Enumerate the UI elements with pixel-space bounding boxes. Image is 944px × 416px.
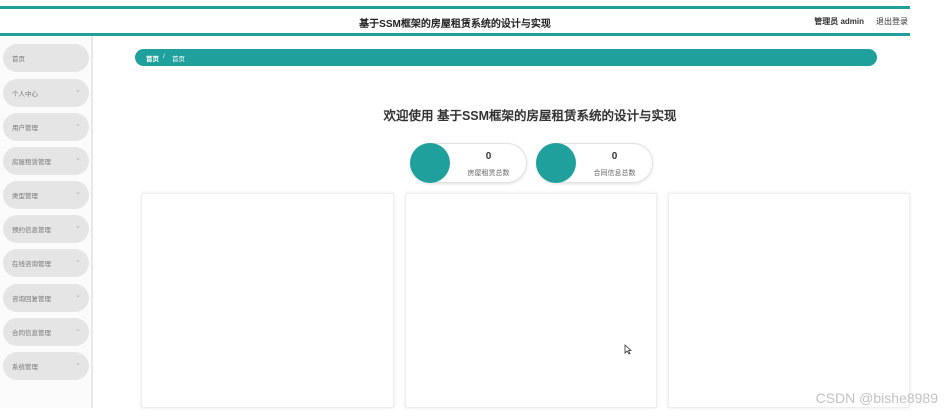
chart-panel-3 xyxy=(668,193,910,408)
chart-panel-1 xyxy=(141,193,394,408)
stat-value: 0 xyxy=(611,151,618,162)
mouse-pointer-icon xyxy=(624,344,633,355)
chevron-down-icon: ⌄ xyxy=(75,292,81,299)
sidebar-item-home[interactable]: 首页 xyxy=(3,44,89,72)
sidebar-item-label: 用户管理 xyxy=(12,125,38,132)
breadcrumb-home[interactable]: 首页 xyxy=(146,53,159,63)
breadcrumb: 首页 / 首页 xyxy=(135,49,877,66)
sidebar-item-label: 在线咨询管理 xyxy=(12,261,51,268)
sidebar-item-type-management[interactable]: 类型管理 ⌄ xyxy=(3,181,89,209)
chevron-down-icon: ⌄ xyxy=(75,326,81,333)
sidebar-item-appointment-management[interactable]: 预约信息管理 ⌄ xyxy=(3,215,89,243)
chevron-down-icon: ⌄ xyxy=(75,87,81,94)
sidebar: 首页 个人中心 ⌄ 用户管理 ⌄ 房屋租赁管理 ⌄ 类型管理 ⌄ 预约信息管理 … xyxy=(0,36,93,408)
stat-label: 房屋租赁总数 xyxy=(467,170,510,177)
sidebar-item-reply-management[interactable]: 咨询回复管理 ⌄ xyxy=(3,284,89,312)
sidebar-item-label: 合同信息管理 xyxy=(12,330,51,337)
breadcrumb-current: 首页 xyxy=(172,56,185,63)
sidebar-item-label: 系统管理 xyxy=(12,364,38,371)
current-user: 管理员 admin xyxy=(814,17,864,26)
chevron-down-icon: ⌄ xyxy=(75,121,81,128)
sidebar-item-label: 咨询回复管理 xyxy=(12,296,51,303)
sidebar-item-consult-management[interactable]: 在线咨询管理 ⌄ xyxy=(3,249,89,277)
sidebar-item-system-management[interactable]: 系统管理 ⌄ xyxy=(3,352,89,380)
sidebar-item-personal-center[interactable]: 个人中心 ⌄ xyxy=(3,79,89,107)
top-header: 基于SSM框架的房屋租赁系统的设计与实现 管理员 admin 退出登录 xyxy=(0,6,910,36)
app-title: 基于SSM框架的房屋租赁系统的设计与实现 xyxy=(359,19,551,30)
stat-icon xyxy=(536,143,576,183)
welcome-heading: 欢迎使用 基于SSM框架的房屋租赁系统的设计与实现 xyxy=(383,109,677,123)
chevron-down-icon: ⌄ xyxy=(75,360,81,367)
logout-link[interactable]: 退出登录 xyxy=(876,16,908,27)
stat-card-rental-count: 0 房屋租赁总数 xyxy=(410,143,527,183)
breadcrumb-separator: / xyxy=(163,53,165,60)
watermark: CSDN @bishe8989 xyxy=(815,390,938,406)
chevron-down-icon: ⌄ xyxy=(75,223,81,230)
sidebar-item-rental-management[interactable]: 房屋租赁管理 ⌄ xyxy=(3,147,89,175)
stat-icon xyxy=(410,143,450,183)
sidebar-item-label: 预约信息管理 xyxy=(12,227,51,234)
chevron-down-icon: ⌄ xyxy=(75,257,81,264)
chevron-down-icon: ⌄ xyxy=(75,189,81,196)
sidebar-item-label: 首页 xyxy=(12,56,25,63)
chart-panel-2 xyxy=(405,193,657,408)
sidebar-item-label: 类型管理 xyxy=(12,193,38,200)
sidebar-item-label: 个人中心 xyxy=(12,91,38,98)
stat-card-contract-count: 0 合同信息总数 xyxy=(536,143,653,183)
stat-label: 合同信息总数 xyxy=(593,170,636,177)
sidebar-item-label: 房屋租赁管理 xyxy=(12,159,51,166)
sidebar-item-contract-management[interactable]: 合同信息管理 ⌄ xyxy=(3,318,89,346)
stat-value: 0 xyxy=(485,151,492,162)
sidebar-item-user-management[interactable]: 用户管理 ⌄ xyxy=(3,113,89,141)
chevron-down-icon: ⌄ xyxy=(75,155,81,162)
